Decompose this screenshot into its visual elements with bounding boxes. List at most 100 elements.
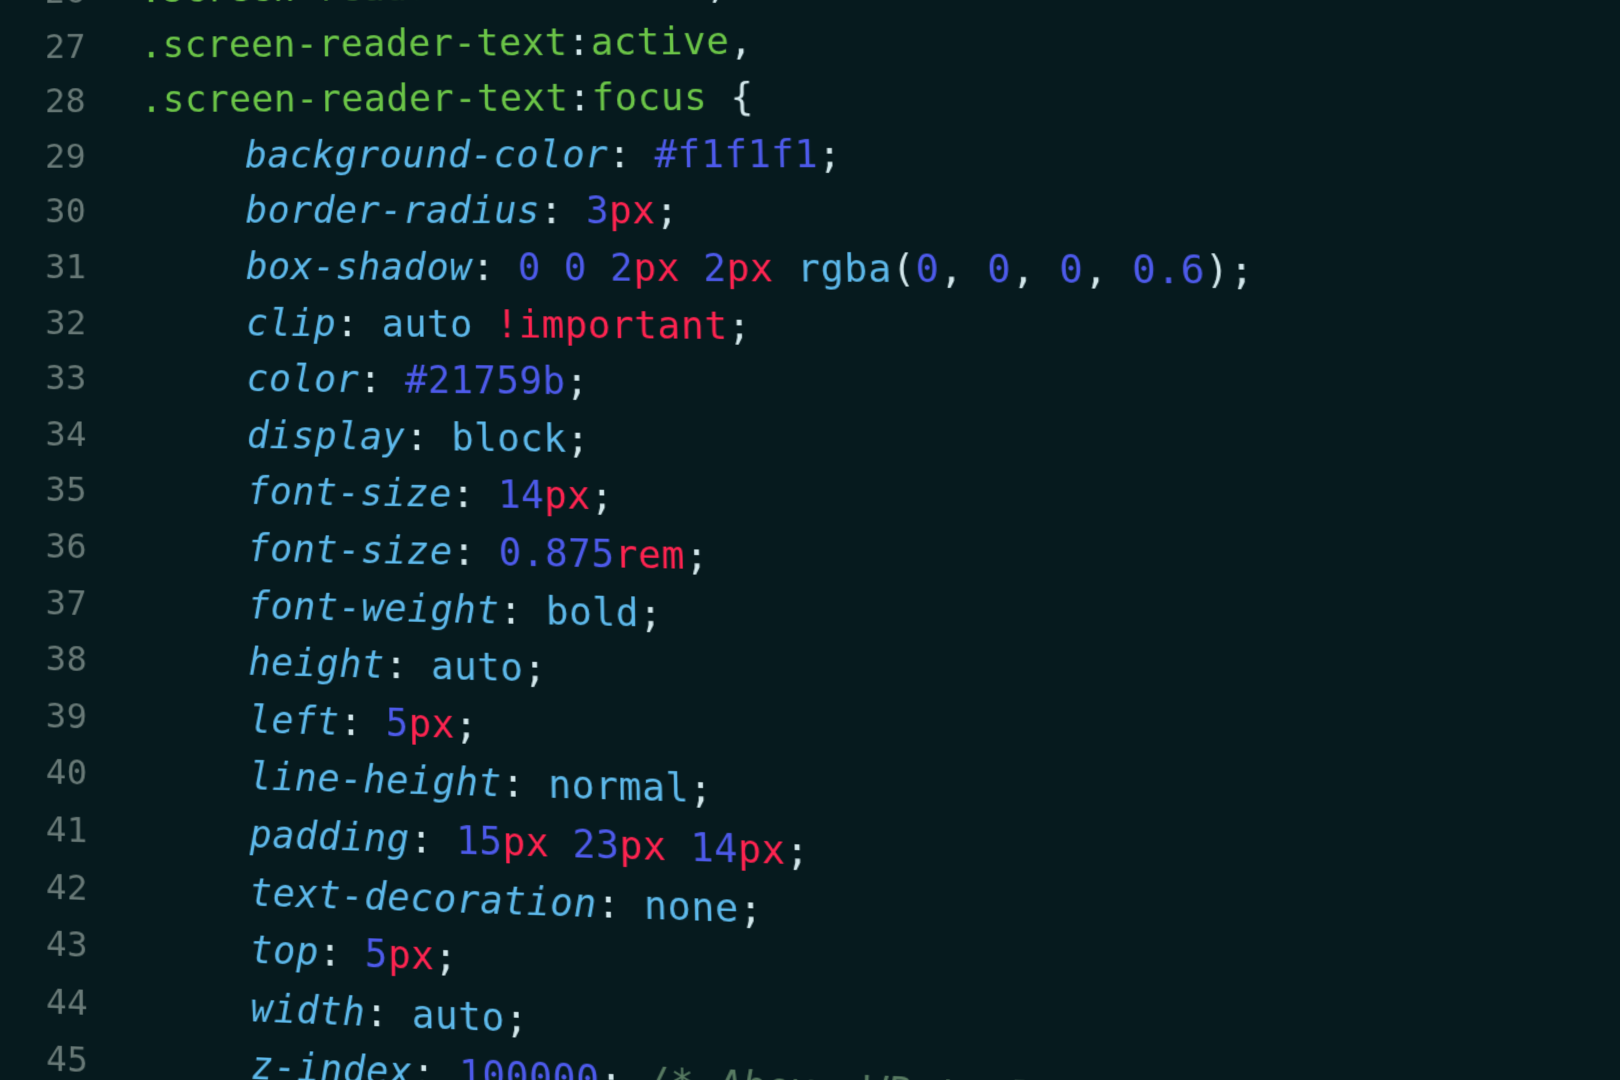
token-fn: rgba: [797, 246, 893, 291]
token-num-lit: 0: [915, 247, 940, 292]
code-content[interactable]: display: block;: [142, 412, 590, 461]
code-content[interactable]: left: 5px;: [143, 694, 478, 747]
token-num-lit: 5: [385, 700, 408, 745]
code-content[interactable]: top: 5px;: [144, 924, 458, 980]
code-line[interactable]: 30border-radius: 3px;: [0, 189, 1620, 250]
token-punc: :: [336, 301, 382, 345]
token-unit: px: [726, 246, 774, 290]
code-content[interactable]: font-size: 14px;: [142, 468, 614, 519]
token-brace: {: [730, 75, 754, 119]
token-val: normal: [548, 762, 690, 811]
token-punc: ;: [454, 702, 478, 747]
code-content[interactable]: border-radius: 3px;: [141, 189, 679, 233]
line-number: 28: [0, 82, 141, 122]
code-content[interactable]: color: #21759b;: [142, 356, 589, 404]
line-number: 43: [0, 920, 144, 968]
code-content[interactable]: .screen-reader-text:hover,: [140, 0, 729, 11]
token-prop: top: [250, 927, 319, 974]
token-punc: ,: [1083, 247, 1133, 292]
line-number: 36: [0, 525, 142, 568]
token-val: block: [451, 415, 567, 460]
token-val: auto: [431, 644, 524, 691]
token-punc: ;: [655, 189, 679, 233]
token-punc: :: [405, 415, 451, 459]
token-punc: :: [608, 132, 655, 176]
code-editor[interactable]: 26.screen-reader-text:hover,27.screen-re…: [0, 0, 1620, 1080]
token-num-lit: 0: [987, 247, 1012, 292]
token-prop: color: [246, 357, 359, 402]
code-content[interactable]: .screen-reader-text:active,: [140, 19, 753, 66]
token-prop: border-radius: [245, 189, 540, 233]
token-unit: px: [619, 823, 667, 870]
token-punc: ;: [685, 533, 709, 578]
token-punc: [679, 246, 703, 290]
code-content[interactable]: font-size: 0.875rem;: [142, 524, 709, 578]
token-punc: ;: [738, 885, 763, 931]
token-prop: line-height: [249, 754, 502, 806]
token-prop: font-size: [247, 526, 452, 573]
line-number: 35: [0, 469, 142, 512]
code-content[interactable]: height: auto;: [143, 638, 547, 691]
code-content[interactable]: .screen-reader-text:focus {: [141, 75, 755, 120]
line-number: 40: [0, 750, 143, 796]
token-num-lit: 100000: [459, 1052, 600, 1080]
line-number: 42: [0, 863, 144, 910]
token-prop: box-shadow: [246, 245, 473, 289]
token-punc: :: [412, 1050, 459, 1080]
token-punc: ;: [689, 766, 714, 812]
token-val: none: [644, 882, 740, 931]
token-unit: px: [388, 932, 435, 979]
token-prop: left: [249, 697, 340, 744]
code-content[interactable]: font-weight: bold;: [142, 581, 662, 635]
token-punc: ;: [1229, 248, 1255, 293]
line-number: 27: [0, 27, 141, 67]
token-punc: [541, 246, 565, 290]
token-unit: px: [502, 819, 549, 865]
token-punc: :: [540, 189, 587, 233]
token-prop: z-index: [251, 1043, 413, 1080]
line-number: 39: [0, 693, 143, 738]
code-content[interactable]: background-color: #f1f1f1;: [141, 132, 842, 176]
token-prop: font-size: [247, 469, 452, 516]
token-num-lit: 14: [498, 473, 545, 518]
code-content[interactable]: box-shadow: 0 0 2px 2px rgba(0, 0, 0, 0.…: [141, 244, 1255, 292]
token-punc: :: [385, 643, 431, 688]
line-number: 29: [0, 137, 141, 176]
token-num-lit: 0: [518, 245, 542, 289]
code-content[interactable]: clip: auto !important;: [141, 300, 751, 348]
line-number: 38: [0, 637, 143, 681]
line-number: 44: [0, 978, 144, 1026]
token-sel: .screen-reader-text: [140, 0, 567, 11]
token-prop: width: [250, 985, 365, 1034]
code-line[interactable]: 29background-color: #f1f1f1;: [0, 130, 1620, 190]
token-punc: ;: [639, 590, 663, 635]
token-punc: [707, 75, 731, 119]
line-number: 37: [0, 581, 143, 625]
line-number: 33: [0, 358, 142, 399]
token-hex: #f1f1f1: [654, 132, 818, 176]
token-hex: #21759b: [405, 358, 566, 403]
token-punc: [549, 821, 573, 867]
token-punc: ;: [785, 828, 810, 874]
code-line[interactable]: 28.screen-reader-text:focus {: [0, 70, 1620, 134]
token-prop: padding: [249, 812, 410, 861]
token-punc: ;: [434, 934, 458, 980]
token-punc: :: [410, 817, 457, 863]
token-unit: rem: [614, 532, 685, 578]
token-num-lit: 5: [365, 931, 389, 977]
token-punc: ,: [939, 247, 988, 292]
token-punc: :: [452, 472, 499, 517]
token-punc: ;: [590, 474, 614, 519]
token-num-lit: 15: [456, 818, 503, 864]
token-pse: hover: [589, 0, 705, 7]
token-sel: .screen-reader-text: [140, 20, 568, 66]
token-punc: :: [452, 529, 499, 574]
token-punc: ;: [565, 359, 589, 403]
token-punc: ): [1204, 247, 1230, 292]
token-num-lit: 0: [1059, 247, 1084, 292]
token-num-lit: 14: [690, 825, 738, 872]
token-num-lit: 0.6: [1131, 247, 1205, 292]
token-punc: ,: [705, 0, 729, 6]
token-pse: active: [590, 19, 730, 63]
token-prop: font-weight: [248, 583, 500, 632]
